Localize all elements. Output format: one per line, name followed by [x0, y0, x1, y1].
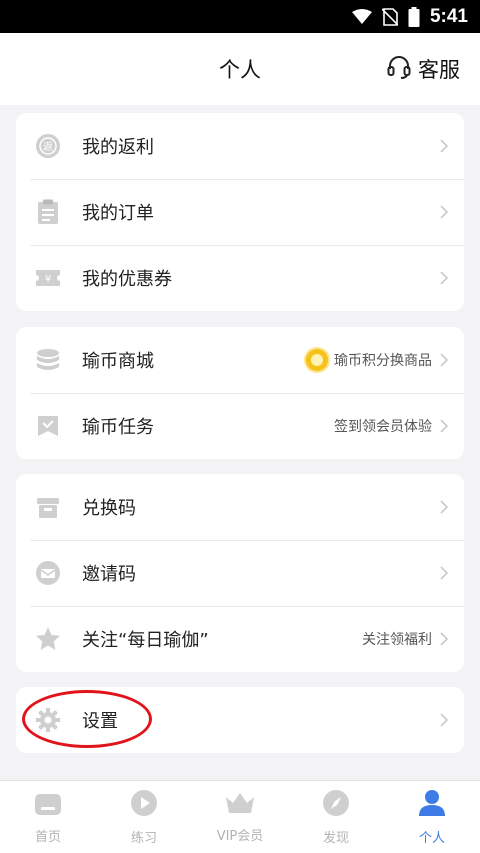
menu-item-label: 瑜币任务	[82, 417, 154, 438]
invite-icon	[34, 559, 62, 587]
menu-group-coins: 瑜币商城 瑜币积分换商品 瑜币任务 签到领会员体验	[16, 327, 464, 459]
headset-icon	[386, 54, 412, 85]
chevron-right-icon	[440, 632, 450, 646]
tab-practice[interactable]: 练习	[96, 781, 192, 853]
svg-text:返: 返	[43, 141, 53, 153]
chevron-right-icon	[440, 566, 450, 580]
menu-item-settings[interactable]: 设置	[16, 687, 464, 753]
tab-label: 练习	[130, 830, 157, 846]
tab-profile[interactable]: 个人	[384, 781, 480, 853]
redeem-icon	[34, 493, 62, 521]
chevron-right-icon	[440, 713, 450, 727]
menu-item-coin-tasks[interactable]: 瑜币任务 签到领会员体验	[16, 393, 464, 459]
menu-group-settings: 设置	[16, 687, 464, 753]
tab-home[interactable]: 首页	[0, 781, 96, 853]
menu-group-rewards: 返 我的返利 我的订单 ¥ 我的优惠券	[16, 113, 464, 311]
menu-item-invite-code[interactable]: 邀请码	[16, 540, 464, 606]
status-time: 5:41	[429, 5, 468, 27]
tab-vip[interactable]: VIP会员	[192, 781, 288, 853]
customer-service-label: 客服	[418, 58, 460, 82]
menu-item-label: 兑换码	[82, 498, 136, 519]
menu-item-label: 设置	[82, 711, 118, 732]
battery-icon	[408, 6, 420, 27]
play-icon	[130, 789, 158, 821]
menu-item-label: 瑜币商城	[82, 351, 154, 372]
coupon-icon: ¥	[34, 264, 62, 292]
coin-mall-hint: 瑜币积分换商品	[306, 349, 432, 371]
chevron-right-icon	[440, 139, 450, 153]
tab-label: VIP会员	[216, 828, 264, 844]
customer-service-button[interactable]: 客服	[386, 33, 460, 105]
tab-label: 发现	[322, 830, 349, 846]
coin-mall-hint-text: 瑜币积分换商品	[334, 353, 432, 369]
home-icon	[34, 790, 62, 820]
order-icon	[34, 198, 62, 226]
chevron-right-icon	[440, 271, 450, 285]
status-bar: 5:41	[0, 0, 480, 33]
menu-item-follow-account[interactable]: 关注“每日瑜伽” 关注领福利	[16, 606, 464, 672]
menu-item-coin-mall[interactable]: 瑜币商城 瑜币积分换商品	[16, 327, 464, 393]
person-icon	[418, 789, 446, 821]
gold-coin-icon	[306, 349, 328, 371]
menu-item-label: 邀请码	[82, 564, 136, 585]
tab-label: 个人	[418, 830, 445, 846]
chevron-right-icon	[440, 205, 450, 219]
star-icon	[34, 625, 62, 653]
page-title: 个人	[219, 58, 261, 82]
svg-text:¥: ¥	[45, 274, 51, 285]
crown-icon	[224, 791, 256, 819]
compass-icon	[322, 789, 350, 821]
coin-tasks-hint: 签到领会员体验	[334, 419, 432, 435]
menu-item-label: 我的订单	[82, 203, 154, 224]
tab-discover[interactable]: 发现	[288, 781, 384, 853]
menu-item-redeem-code[interactable]: 兑换码	[16, 474, 464, 540]
chevron-right-icon	[440, 500, 450, 514]
gear-icon	[34, 706, 62, 734]
page-header: 个人 客服	[0, 33, 480, 105]
menu-item-label: 关注“每日瑜伽”	[82, 630, 209, 651]
coin-stack-icon	[34, 346, 62, 374]
task-icon	[34, 412, 62, 440]
menu-item-label: 我的返利	[82, 137, 154, 158]
chevron-right-icon	[440, 353, 450, 367]
menu-item-my-rebates[interactable]: 返 我的返利	[16, 113, 464, 179]
menu-item-my-coupons[interactable]: ¥ 我的优惠券	[16, 245, 464, 311]
menu-group-codes: 兑换码 邀请码 关注“每日瑜伽” 关注领福利	[16, 474, 464, 672]
bottom-tab-bar: 首页 练习 VIP会员 发现 个人	[0, 780, 480, 853]
tab-label: 首页	[34, 829, 61, 845]
rebate-icon: 返	[34, 132, 62, 160]
menu-item-my-orders[interactable]: 我的订单	[16, 179, 464, 245]
chevron-right-icon	[440, 419, 450, 433]
no-sim-icon	[381, 7, 398, 26]
menu-item-label: 我的优惠券	[82, 269, 172, 290]
wifi-icon	[351, 8, 372, 25]
follow-hint: 关注领福利	[362, 632, 432, 648]
